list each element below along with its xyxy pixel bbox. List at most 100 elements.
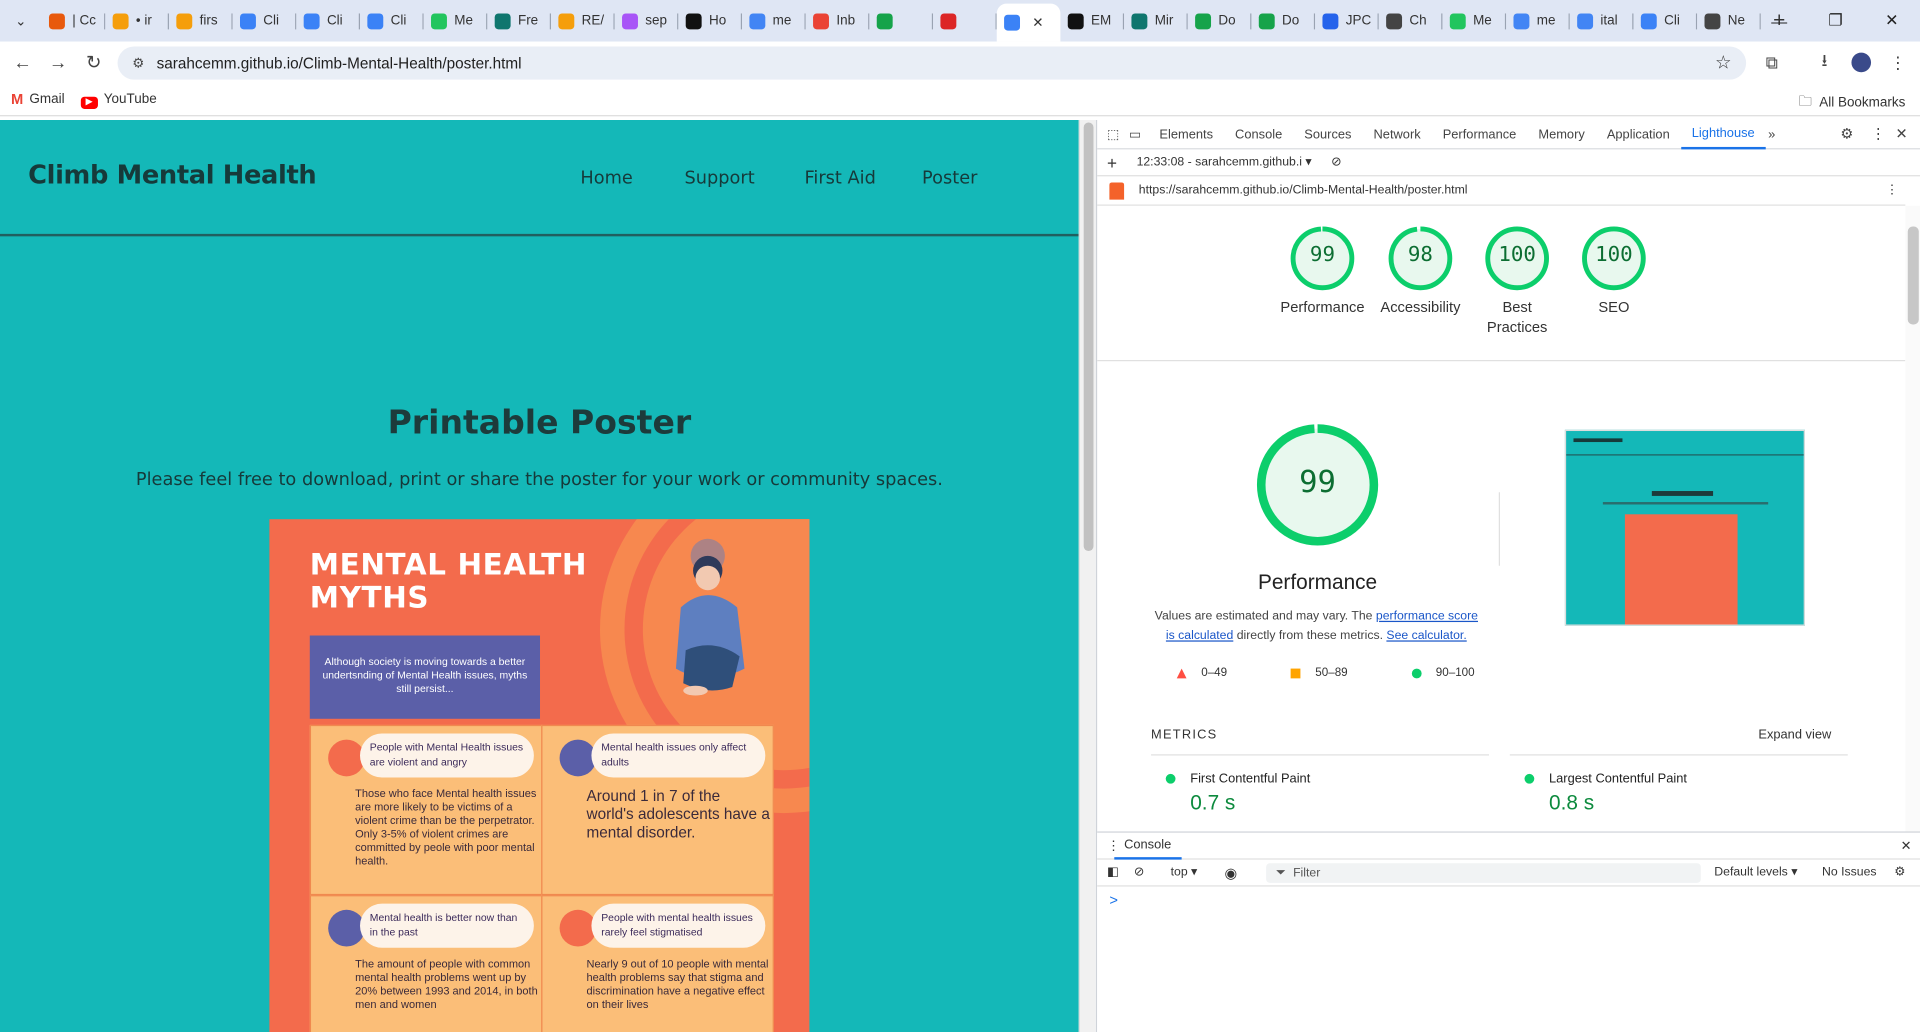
- report-scrollbar[interactable]: [1905, 205, 1920, 832]
- devtools-tab-network[interactable]: Network: [1362, 119, 1431, 148]
- browser-tab[interactable]: JPC: [1315, 4, 1379, 38]
- new-report-icon[interactable]: +: [1107, 152, 1117, 172]
- devtools-tab-sources[interactable]: Sources: [1293, 119, 1362, 148]
- record-icon: [940, 12, 957, 29]
- nav-first-aid[interactable]: First Aid: [804, 169, 875, 189]
- clear-console-icon[interactable]: ⊘: [1134, 866, 1144, 879]
- browser-tab[interactable]: Cli: [1633, 4, 1698, 38]
- site-brand[interactable]: Climb Mental Health: [28, 160, 317, 189]
- browser-tab[interactable]: Cli: [296, 4, 361, 38]
- browser-tab[interactable]: Inb: [806, 4, 870, 38]
- browser-tab[interactable]: Ch: [1379, 4, 1443, 38]
- browser-tab[interactable]: Me: [1442, 4, 1507, 38]
- devtools-tab-memory[interactable]: Memory: [1527, 119, 1595, 148]
- log-levels-dropdown[interactable]: Default levels ▾: [1714, 866, 1797, 879]
- tab-label: JPC: [1345, 13, 1372, 29]
- browser-tab[interactable]: sep: [615, 4, 679, 38]
- downloads-icon[interactable]: ⭳: [1810, 47, 1839, 79]
- browser-tab[interactable]: ✕: [996, 3, 1061, 42]
- divider: [1097, 360, 1906, 362]
- page-screenshot-thumbnail[interactable]: [1564, 429, 1805, 626]
- forward-button[interactable]: →: [40, 45, 76, 79]
- more-tabs-icon[interactable]: »: [1768, 127, 1775, 142]
- browser-tab[interactable]: ital: [1570, 4, 1634, 38]
- browser-tab[interactable]: Fre: [487, 4, 552, 38]
- pass-dot-icon: [1524, 773, 1535, 784]
- devtools-tab-console[interactable]: Console: [1224, 119, 1293, 148]
- settings-gear-icon[interactable]: ⚙: [1840, 125, 1853, 142]
- page-scrollbar-thumb[interactable]: [1083, 122, 1094, 552]
- browser-tab[interactable]: Cli: [360, 4, 424, 38]
- console-settings-icon[interactable]: ⚙: [1894, 866, 1905, 879]
- devtools-tabbar: ⬚ ▭ Elements Console Sources Network Perform…: [1097, 119, 1920, 150]
- issues-count[interactable]: No Issues: [1822, 866, 1876, 879]
- browser-tab[interactable]: Do: [1188, 4, 1252, 38]
- devtools-tab-application[interactable]: Application: [1596, 119, 1681, 148]
- report-selector[interactable]: 12:33:08 - sarahcemm.github.i ▾: [1137, 156, 1312, 169]
- browser-tab[interactable]: EM: [1060, 4, 1125, 38]
- devtools-menu-icon[interactable]: ⋮: [1871, 125, 1886, 142]
- bookmark-youtube[interactable]: ▶ YouTube: [80, 90, 157, 109]
- browser-tab[interactable]: me: [742, 4, 806, 38]
- browser-tab[interactable]: me: [1506, 4, 1570, 38]
- live-expression-eye-icon[interactable]: ◉: [1225, 864, 1238, 881]
- filter-icon: ⏷: [1275, 866, 1286, 880]
- tab-label: Me: [454, 13, 474, 29]
- report-url[interactable]: https://sarahcemm.github.io/Climb-Mental…: [1139, 184, 1468, 197]
- reload-button[interactable]: ↻: [76, 45, 112, 79]
- profile-avatar[interactable]: [1847, 47, 1876, 79]
- report-menu-icon[interactable]: ⋮: [1886, 184, 1898, 197]
- devtools-tab-lighthouse[interactable]: Lighthouse: [1680, 119, 1766, 149]
- browser-tab[interactable]: Do: [1251, 4, 1316, 38]
- console-prompt[interactable]: >: [1109, 891, 1118, 908]
- close-drawer-icon[interactable]: ✕: [1901, 838, 1912, 853]
- score-gauge[interactable]: 99 Performance: [1273, 225, 1371, 317]
- browser-tab[interactable]: RE/: [551, 4, 615, 38]
- bookmark-star-icon[interactable]: ☆: [1715, 51, 1731, 74]
- page-scrollbar[interactable]: [1078, 120, 1096, 1032]
- score-gauge[interactable]: 100 SEO: [1565, 225, 1663, 317]
- inspect-element-icon[interactable]: ⬚: [1107, 127, 1119, 142]
- devtools-tab-performance[interactable]: Performance: [1432, 119, 1528, 148]
- expand-view-toggle[interactable]: Expand view: [1758, 727, 1831, 742]
- back-button[interactable]: ←: [5, 45, 41, 79]
- browser-tab[interactable]: [869, 4, 934, 38]
- all-bookmarks-button[interactable]: 🗀 All Bookmarks: [1798, 91, 1905, 114]
- site-info-icon[interactable]: ⚙: [132, 55, 144, 71]
- score-gauge[interactable]: 100 Best Practices: [1468, 225, 1566, 336]
- nav-poster[interactable]: Poster: [922, 169, 977, 189]
- close-devtools-icon[interactable]: ✕: [1896, 125, 1908, 142]
- address-bar[interactable]: ⚙ sarahcemm.github.io/Climb-Mental-Healt…: [117, 46, 1747, 80]
- drawer-menu-icon[interactable]: ⋮: [1107, 838, 1120, 853]
- see-calculator-link[interactable]: See calculator.: [1386, 629, 1466, 642]
- extensions-icon[interactable]: ⧉: [1757, 47, 1786, 79]
- nav-support[interactable]: Support: [684, 169, 754, 189]
- browser-tab[interactable]: • ir: [105, 4, 169, 38]
- console-filter-input[interactable]: ⏷ Filter: [1266, 863, 1701, 883]
- browser-tab[interactable]: Me: [424, 4, 488, 38]
- minimize-button[interactable]: —: [1751, 0, 1807, 42]
- bookmark-gmail[interactable]: M Gmail: [11, 91, 65, 108]
- browser-tab[interactable]: Mir: [1124, 4, 1188, 38]
- tab-search-dropdown[interactable]: ⌄: [0, 0, 42, 42]
- chrome-menu-icon[interactable]: ⋮: [1883, 47, 1912, 79]
- tab-label: Fre: [517, 13, 539, 29]
- device-toolbar-icon[interactable]: ▭: [1129, 127, 1141, 142]
- browser-tab[interactable]: Cli: [233, 4, 297, 38]
- fact-text: Those who face Mental health issues are …: [355, 787, 537, 867]
- sidebar-toggle-icon[interactable]: ◧: [1107, 866, 1119, 879]
- browser-tab[interactable]: [933, 4, 997, 38]
- browser-tab[interactable]: | Cc: [42, 4, 106, 38]
- nav-home[interactable]: Home: [580, 169, 632, 189]
- devtools-tab-elements[interactable]: Elements: [1148, 119, 1224, 148]
- close-tab-icon[interactable]: ✕: [1032, 15, 1043, 31]
- score-gauge[interactable]: 98 Accessibility: [1371, 225, 1469, 317]
- browser-tab[interactable]: firs: [169, 4, 233, 38]
- clear-reports-icon[interactable]: ⊘: [1331, 156, 1341, 169]
- restore-button[interactable]: ❐: [1807, 0, 1863, 42]
- context-selector[interactable]: top ▾: [1171, 866, 1198, 879]
- drawer-tab-console[interactable]: Console: [1114, 832, 1182, 859]
- report-scrollbar-thumb[interactable]: [1907, 226, 1919, 325]
- browser-tab[interactable]: Ho: [678, 4, 743, 38]
- close-window-button[interactable]: ✕: [1864, 0, 1920, 42]
